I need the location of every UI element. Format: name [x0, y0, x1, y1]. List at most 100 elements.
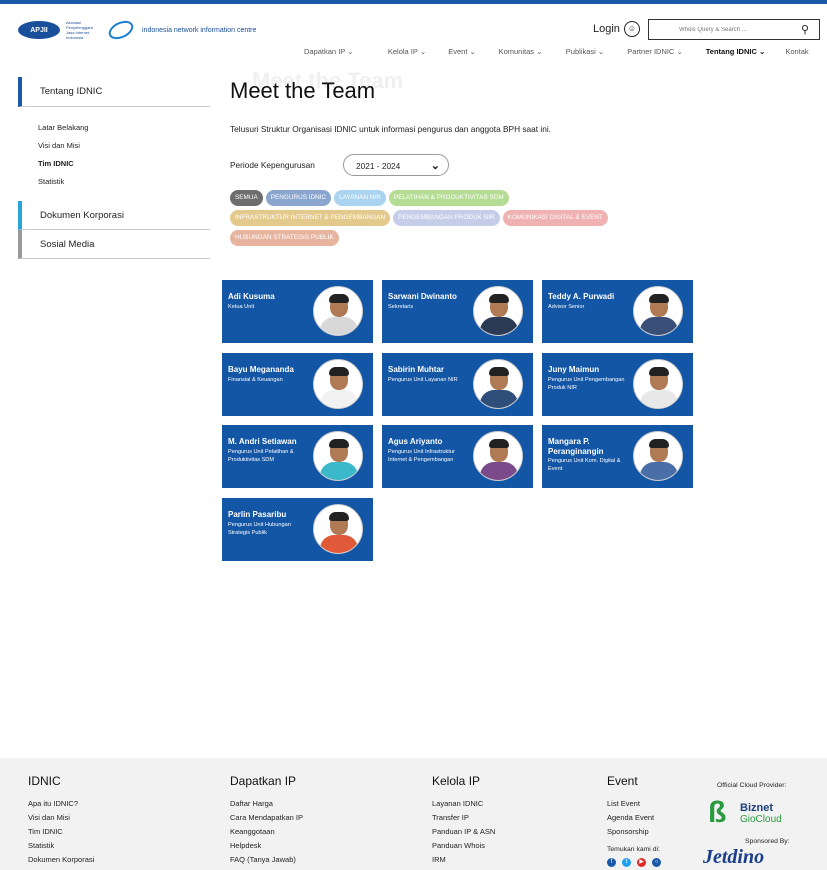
team-card[interactable]: Parlin Pasaribu Pengurus Unit Hubungan St… — [222, 497, 373, 561]
filter-chip[interactable]: PENGURUS IDNIC — [265, 190, 332, 206]
sidebar-link[interactable]: Visi dan Misi — [38, 137, 210, 155]
nav-item[interactable]: Kontak — [777, 47, 817, 56]
team-member-role: Ketua Unit — [228, 304, 255, 310]
search-input[interactable] — [649, 20, 797, 39]
filter-chip[interactable]: PENGEMBANGAN PRODUK NIR — [393, 210, 500, 226]
footer-link[interactable]: Helpdesk — [230, 839, 303, 853]
avatar — [473, 358, 523, 409]
nav-item[interactable]: Komunitas ⌄ — [487, 47, 554, 56]
footer-link[interactable]: Tim IDNIC — [28, 825, 94, 839]
sidebar-link[interactable]: Tim IDNIC — [38, 155, 210, 173]
avatar — [633, 358, 683, 409]
footer-link[interactable]: Layanan IDNIC — [432, 797, 495, 811]
nav-item[interactable]: Event ⌄ — [437, 47, 487, 56]
team-member-role: Finansial & Keuangan — [228, 376, 283, 383]
footer-link[interactable]: List Event — [607, 797, 654, 811]
team-member-name: Teddy A. Purwadi — [548, 292, 615, 301]
sidebar-links: Latar Belakang Visi dan Misi Tim IDNIC Stat… — [18, 107, 210, 201]
team-card[interactable]: Teddy A. Purwadi Advisor Senior — [542, 280, 693, 343]
filter-chip[interactable]: HUBUNGAN STRATEGIS PUBLIK — [230, 230, 339, 246]
team-member-role: Pengurus Unit Pengembangan Produk NIR — [548, 376, 625, 391]
footer-link[interactable]: Statistik — [28, 839, 94, 853]
team-card[interactable]: M. Andri Setiawan Pengurus Unit Pelatihan… — [222, 425, 373, 488]
team-member-role: Pengurus Unit Layanan NIR — [388, 376, 458, 383]
footer-col-title: Kelola IP — [432, 774, 481, 788]
page-title: Meet the Team — [230, 78, 376, 103]
filter-chip[interactable]: KOMUNIKASI DIGITAL & EVENT — [502, 210, 608, 226]
team-card[interactable]: Bayu Meganandа Finansial & Keuangan — [222, 352, 373, 416]
idnic-logo-mark — [105, 17, 137, 43]
footer-links: Apa itu IDNIC? Visi dan Misi Tim IDNIC Stat… — [28, 797, 94, 870]
team-card[interactable]: Agus Ariyanto Pengurus Unit Infrastruktur… — [382, 425, 533, 488]
logo-group[interactable]: APJII Asosiasi Penyelenggara Jasa Intern… — [18, 17, 256, 43]
avatar — [313, 286, 363, 336]
footer-link[interactable]: Daftar Harga — [230, 797, 303, 811]
sponsor-logo[interactable]: Jetdino — [703, 846, 764, 869]
footer-link[interactable]: Transfer IP — [432, 811, 495, 825]
search-icon[interactable]: ⚲ — [801, 23, 809, 36]
footer-link[interactable]: Visi dan Misi — [28, 811, 94, 825]
periode-select[interactable]: 2021 - 2024 ⌄ — [343, 154, 449, 176]
footer-col-kelola-ip: Kelola IP Layanan IDNIC Transfer IP Pandua… — [432, 774, 495, 870]
sidebar-heading[interactable]: Tentang IDNIC — [18, 77, 210, 107]
team-member-name: Sarwani Dwinanto — [388, 292, 457, 301]
nav-item[interactable]: Kelola IP ⌄ — [377, 47, 437, 56]
avatar — [313, 503, 363, 554]
team-card[interactable]: Sarwani Dwinanto Sekretaris — [382, 280, 533, 343]
footer-link[interactable]: IRM — [432, 853, 495, 867]
social-label: Temukan kami di: — [607, 846, 660, 853]
sidebar-link[interactable]: Latar Belakang — [38, 119, 210, 137]
nav-item[interactable]: Partner IDNIC ⌄ — [616, 47, 694, 56]
filter-chip[interactable]: PELATIHAN & PRODUKTIVITAS SDM — [388, 190, 509, 206]
footer-col-title: IDNIC — [28, 774, 61, 788]
footer-link[interactable]: Apa itu IDNIC? — [28, 797, 94, 811]
team-member-name: Mangara P. Peranginangin — [548, 437, 604, 456]
sidebar-link[interactable]: Statistik — [38, 173, 210, 191]
sidebar-item-sosial-media[interactable]: Sosial Media — [18, 230, 210, 259]
nav-item[interactable]: Dapatkan IP ⌄ — [304, 47, 377, 56]
team-card[interactable]: Sabirin Muhtar Pengurus Unit Layanan NIR — [382, 352, 533, 416]
footer-link[interactable]: Panduan IP & ASN — [432, 825, 495, 839]
sidebar-item-dokumen-korporasi[interactable]: Dokumen Korporasi — [18, 201, 210, 230]
footer-link[interactable]: Keanggotaan — [230, 825, 303, 839]
team-member-name: Bayu Meganandа — [228, 364, 294, 374]
filter-chips: SEMUA PENGURUS IDNIC LAYANAN NIR PELATIHAN … — [230, 190, 670, 246]
team-member-role: Advisor Senior — [548, 304, 585, 310]
team-card[interactable]: Juny Maimun Pengurus Unit Pengembangan Pr… — [542, 352, 693, 416]
site-header: APJII Asosiasi Penyelenggara Jasa Intern… — [0, 4, 827, 60]
footer-links: Layanan IDNIC Transfer IP Panduan IP & ASN… — [432, 797, 495, 870]
facebook-icon[interactable]: f — [607, 858, 616, 867]
avatar — [473, 286, 523, 336]
login-label: Login — [593, 23, 620, 35]
filter-chip[interactable]: SEMUA — [230, 190, 263, 206]
biznet-logo[interactable]: ß Biznet GioCloud — [708, 796, 798, 830]
footer-col-event: Event List Event Agenda Event Sponsorship — [607, 774, 654, 839]
biznet-name: Biznet — [740, 802, 773, 814]
footer-link[interactable]: Agenda Event — [607, 811, 654, 825]
team-card[interactable]: Adi Kusuma Ketua Unit — [222, 280, 373, 343]
nav-item[interactable]: Publikasi ⌄ — [554, 47, 616, 56]
footer-link[interactable]: Dokumen Korporasi — [28, 853, 94, 867]
filter-chip[interactable]: INFRASTRUKTUR INTERNET & PENGEMBANGAN — [230, 210, 391, 226]
twitter-icon[interactable]: t — [622, 858, 631, 867]
periode-label: Periode Kepengurusan — [230, 160, 315, 170]
apjii-logo-text: Asosiasi Penyelenggara Jasa Internet Ind… — [66, 20, 93, 40]
site-footer: IDNIC Apa itu IDNIC? Visi dan Misi Tim IDN… — [0, 758, 827, 870]
team-member-name: Parlin Pasaribu — [228, 509, 287, 519]
instagram-icon[interactable]: ○ — [652, 858, 661, 867]
team-member-name: M. Andri Setiawan — [228, 437, 297, 446]
cloud-provider-label: Official Cloud Provider: — [717, 782, 787, 789]
team-member-role: Pengurus Unit Kom. Digital & Event — [548, 458, 621, 472]
login-button[interactable]: Login ☺ — [593, 21, 640, 37]
team-member-role: Pengurus Unit Infrastruktur Internet & P… — [388, 449, 455, 463]
team-card[interactable]: Mangara P. Peranginangin Pengurus Unit Ko… — [542, 425, 693, 488]
user-icon: ☺ — [623, 21, 640, 37]
footer-link[interactable]: Panduan Whois — [432, 839, 495, 853]
footer-link[interactable]: FAQ (Tanya Jawab) — [230, 853, 303, 867]
youtube-icon[interactable]: ▶ — [637, 858, 646, 867]
filter-chip[interactable]: LAYANAN NIR — [334, 190, 386, 206]
nav-item[interactable]: Tentang IDNIC ⌄ — [694, 47, 777, 56]
footer-link[interactable]: Sponsorship — [607, 825, 654, 839]
footer-link[interactable]: Cara Mendapatkan IP — [230, 811, 303, 825]
chevron-down-icon: ⌄ — [430, 160, 440, 172]
